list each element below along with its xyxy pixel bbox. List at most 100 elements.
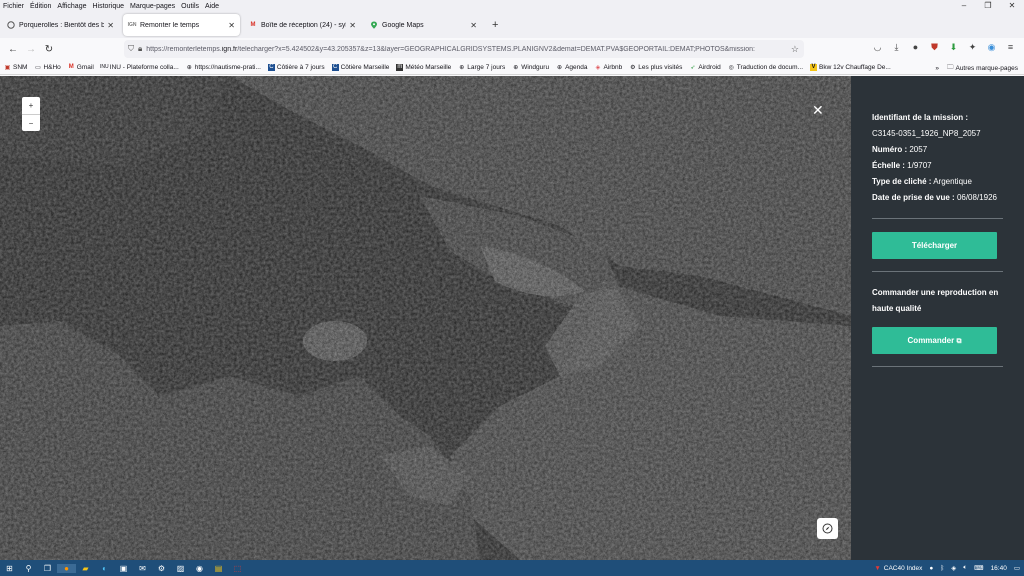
bookmark-plus-visites[interactable]: ⚙ Les plus visités [629, 64, 682, 71]
volume-icon[interactable]: 🔈︎ [963, 564, 967, 572]
bookmark-label: INU - Plateforme colla... [109, 63, 179, 71]
menu-edition[interactable]: Édition [27, 3, 54, 10]
bookmark-star-icon[interactable]: ☆ [786, 44, 804, 55]
zoom-in-button[interactable]: + [22, 97, 40, 114]
extensions-puzzle-icon[interactable]: ✦ [963, 42, 982, 53]
back-arrow-icon[interactable]: ← [4, 44, 22, 55]
notification-icon[interactable]: ▭ [1014, 564, 1020, 572]
task-view-icon[interactable]: ❐ [38, 564, 57, 573]
bookmark-traduction[interactable]: ◎ Traduction de docum... [728, 64, 803, 71]
tray-icon[interactable]: ● [929, 565, 933, 572]
globe-icon: ⊕ [513, 64, 519, 71]
bookmark-windguru[interactable]: ⊕ Windguru [512, 64, 549, 71]
pocket-icon[interactable]: ◡ [868, 42, 887, 53]
keyboard-icon[interactable]: ⌨ [974, 564, 983, 572]
chevron-right-icon[interactable]: » [935, 65, 939, 72]
meteo-icon: m [396, 63, 404, 71]
acrobat-icon[interactable]: ⬚ [228, 564, 247, 573]
menu-affichage[interactable]: Affichage [54, 3, 89, 10]
bookmarks-bar: ▣ SNM ▭ H&Ho M Gmail INU INU - Plateforme co… [0, 60, 1024, 75]
notes-icon[interactable]: ▤ [209, 564, 228, 573]
menu-bar: Fichier Édition Affichage Historique Mar… [0, 0, 1024, 12]
bookmark-meteo-marseille[interactable]: m Météo Marseille [396, 63, 451, 71]
settings-icon[interactable]: ⚙ [152, 564, 171, 573]
index-label[interactable]: CAC40 Index [884, 565, 923, 572]
c-icon: C [267, 63, 275, 71]
bookmark-cotiere-marseille[interactable]: C Côtière Marseille [331, 63, 389, 71]
bookmark-hho[interactable]: ▭ H&Ho [34, 64, 61, 71]
window-controls: – ❐ ✕ [952, 0, 1024, 12]
bookmark-nautisme[interactable]: ⊕ https://nautisme-prati... [186, 64, 261, 71]
bookmark-label: Gmail [76, 63, 94, 71]
close-window-icon[interactable]: ✕ [1000, 0, 1024, 12]
app-icon[interactable]: ▣ [114, 564, 133, 573]
bookmark-label: Les plus visités [638, 63, 683, 71]
bookmark-snm[interactable]: ▣ SNM [4, 64, 28, 71]
close-icon[interactable]: ✕ [812, 102, 824, 119]
bookmark-agenda[interactable]: ⊕ Agenda [556, 64, 587, 71]
tab-google-maps[interactable]: Google Maps ✕ [365, 14, 482, 36]
url-text[interactable]: https://remonterletemps.ign.fr/telecharg… [146, 46, 786, 53]
avatar-icon[interactable]: ◉ [982, 42, 1001, 53]
external-link-icon: ⧉ [956, 338, 962, 345]
network-icon[interactable]: ◈ [951, 564, 956, 572]
bookmark-bkw[interactable]: V Bkw 12v Chauffage De... [810, 63, 891, 71]
photos-icon[interactable]: ▨ [171, 564, 190, 573]
compass-icon[interactable] [817, 518, 838, 539]
url-bar[interactable]: ⛉ 🔒︎ https://remonterletemps.ign.fr/tele… [124, 40, 804, 58]
inu-icon: INU [99, 64, 109, 70]
lock-icon[interactable]: 🔒︎ [138, 44, 142, 54]
photo-info-panel: Identifiant de la mission : C3145-0351_1… [851, 76, 1024, 560]
forward-arrow-icon[interactable]: → [22, 44, 40, 55]
search-icon[interactable]: ⚲ [19, 564, 38, 573]
menu-outils[interactable]: Outils [178, 3, 202, 10]
ublock-icon[interactable]: ⛊ [925, 42, 944, 53]
restore-icon[interactable]: ❐ [976, 0, 1000, 12]
download-icon[interactable]: ⤓ [887, 42, 906, 53]
bookmark-gmail[interactable]: M Gmail [68, 64, 94, 71]
other-bookmarks-label: Autres marque-pages [955, 65, 1018, 72]
edge-icon[interactable]: ◐ [95, 564, 114, 573]
tab-porquerolles[interactable]: Porquerolles : Bientôt des boué ✕ [2, 14, 119, 36]
close-icon[interactable]: ✕ [107, 21, 114, 30]
aerial-photo-map[interactable]: + − ✕ [0, 76, 851, 560]
reload-icon[interactable]: ↻ [40, 44, 58, 55]
new-tab-icon[interactable]: + [486, 19, 504, 31]
tab-remonter-le-temps[interactable]: IGN Remonter le temps ✕ [123, 14, 240, 36]
bookmark-inu[interactable]: INU INU - Plateforme colla... [99, 63, 179, 71]
close-icon[interactable]: ✕ [470, 21, 477, 30]
bookmark-label: Traduction de docum... [736, 63, 804, 71]
firefox-icon[interactable]: ● [57, 563, 76, 573]
minimize-icon[interactable]: – [952, 0, 976, 12]
menu-hamburger-icon[interactable]: ≡ [1001, 42, 1020, 53]
bookmark-cotiere-7-jours[interactable]: C Côtière à 7 jours [267, 63, 325, 71]
date-value: 06/08/1926 [956, 193, 997, 202]
camera-icon[interactable]: ◉ [190, 564, 209, 573]
mission-id-value: C3145-0351_1926_NP8_2057 [872, 129, 981, 138]
shield-icon[interactable]: ⛉ [128, 44, 134, 54]
bookmark-airbnb[interactable]: ◈ Airbnb [594, 64, 623, 71]
numero-label: Numéro : [872, 145, 908, 154]
menu-aide[interactable]: Aide [202, 3, 222, 10]
extension-icon[interactable]: ● [906, 42, 925, 53]
menu-historique[interactable]: Historique [89, 3, 127, 10]
menu-fichier[interactable]: Fichier [0, 3, 27, 10]
download-button[interactable]: Télécharger [872, 232, 997, 259]
menu-marque-pages[interactable]: Marque-pages [127, 3, 178, 10]
green-arrow-icon[interactable]: ⬇ [944, 42, 963, 53]
echelle-value: 1/9707 [907, 161, 932, 170]
close-icon[interactable]: ✕ [228, 21, 235, 30]
order-button[interactable]: Commander ⧉ [872, 327, 997, 354]
clock-time[interactable]: 16:40 [991, 565, 1007, 572]
tab-gmail[interactable]: M Boîte de réception (24) - sylvie. ✕ [244, 14, 361, 36]
other-bookmarks[interactable]: » 🗀︎ Autres marque-pages [935, 63, 1018, 74]
airbnb-icon: ◈ [595, 64, 601, 71]
close-icon[interactable]: ✕ [349, 21, 356, 30]
explorer-icon[interactable]: ▰ [76, 564, 95, 573]
zoom-out-button[interactable]: − [22, 114, 40, 131]
bookmark-large-7-jours[interactable]: ⊕ Large 7 jours [458, 64, 505, 71]
mail-icon[interactable]: ✉ [133, 564, 152, 573]
windows-start-icon[interactable]: ⊞ [0, 564, 19, 573]
bluetooth-icon[interactable]: ᛒ [940, 565, 944, 572]
bookmark-airdroid[interactable]: ➶ Airdroid [689, 64, 720, 71]
